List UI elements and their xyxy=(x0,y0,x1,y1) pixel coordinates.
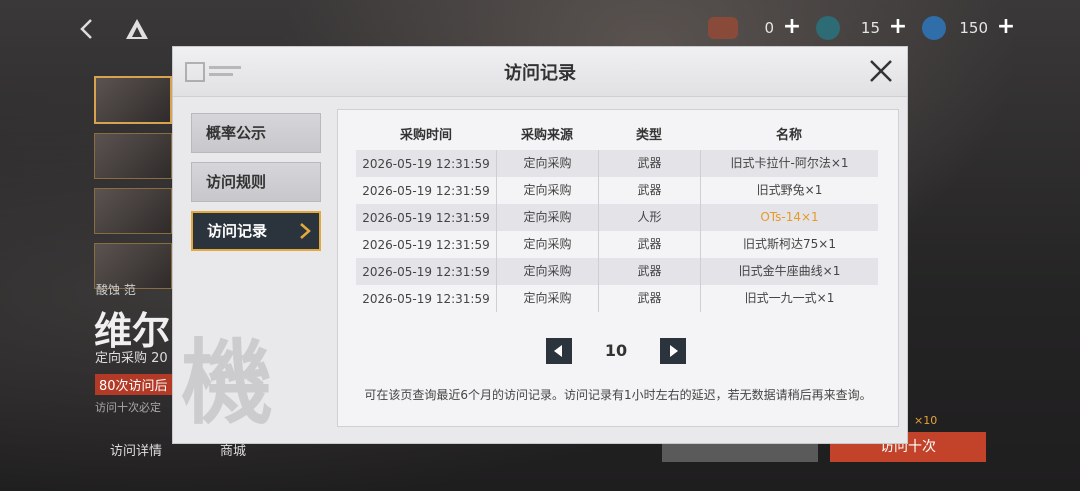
plus-icon[interactable]: + xyxy=(888,16,908,38)
home-icon[interactable] xyxy=(124,17,150,41)
cell-name: OTs-14×1 xyxy=(700,204,878,231)
resource-coin: 150 + xyxy=(922,14,1016,42)
column-header: 名称 xyxy=(775,127,802,143)
cell-type: 武器 xyxy=(598,258,700,285)
watermark: 機 xyxy=(181,330,274,437)
character-card[interactable] xyxy=(94,188,172,234)
modal-title: 访问记录 xyxy=(504,63,576,84)
cell-type: 人形 xyxy=(598,204,700,231)
prev-page-button[interactable] xyxy=(546,338,572,364)
ticket-icon xyxy=(708,17,738,39)
character-card[interactable] xyxy=(94,76,172,124)
table-row: 2026-05-19 12:31:59 定向采购 武器 旧式野兔×1 xyxy=(356,177,878,204)
caret-left-icon xyxy=(554,345,562,357)
cell-type: 武器 xyxy=(598,150,700,177)
cell-source: 定向采购 xyxy=(496,177,598,204)
chevron-right-icon xyxy=(300,223,311,239)
cell-time: 2026-05-19 12:31:59 xyxy=(362,210,490,225)
visit-details-link[interactable]: 访问详情 xyxy=(110,440,162,459)
crystal-icon xyxy=(816,16,840,40)
cell-time: 2026-05-19 12:31:59 xyxy=(362,291,490,306)
modal-header: 访问记录 xyxy=(173,47,907,97)
cell-time: 2026-05-19 12:31:59 xyxy=(362,183,490,198)
back-icon[interactable] xyxy=(76,16,98,42)
caret-right-icon xyxy=(670,345,678,357)
cell-name: 旧式金牛座曲线×1 xyxy=(700,258,878,285)
pity-badge: 80次访问后 xyxy=(95,374,172,395)
plus-icon[interactable]: + xyxy=(782,16,802,38)
modal-tabs: 概率公示 访问规则 访问记录 xyxy=(191,113,323,260)
cell-time: 2026-05-19 12:31:59 xyxy=(362,237,490,252)
cell-name: 旧式卡拉什-阿尔法×1 xyxy=(700,150,878,177)
cell-source: 定向采购 xyxy=(496,258,598,285)
next-page-button[interactable] xyxy=(660,338,686,364)
cell-source: 定向采购 xyxy=(496,150,598,177)
pagination: 10 xyxy=(546,338,686,364)
cell-type: 武器 xyxy=(598,285,700,312)
cell-time: 2026-05-19 12:31:59 xyxy=(362,264,490,279)
table-row: 2026-05-19 12:31:59 定向采购 武器 旧式一九一式×1 xyxy=(356,285,878,312)
cell-name: 旧式一九一式×1 xyxy=(700,285,878,312)
records-footnote: 可在该页查询最近6个月的访问记录。访问记录有1小时左右的延迟，若无数据请稍后再来… xyxy=(364,388,872,402)
tab-label: 访问规则 xyxy=(206,173,267,191)
column-header: 采购时间 xyxy=(399,127,452,143)
table-row: 2026-05-19 12:31:59 定向采购 武器 旧式斯柯达75×1 xyxy=(356,231,878,258)
table-row: 2026-05-19 12:31:59 定向采购 武器 旧式卡拉什-阿尔法×1 xyxy=(356,150,878,177)
records-modal: 访问记录 概率公示 访问规则 访问记录 機 采购时间 采购来源 类型 名称 20… xyxy=(172,46,908,444)
banner-note: 访问十次必定 xyxy=(95,401,161,414)
character-list xyxy=(94,76,174,298)
coin-icon xyxy=(922,16,946,40)
character-card[interactable] xyxy=(94,133,172,179)
cell-source: 定向采购 xyxy=(496,204,598,231)
close-icon[interactable] xyxy=(867,57,895,85)
resource-value: 0 xyxy=(764,19,774,37)
cell-time: 2026-05-19 12:31:59 xyxy=(362,156,490,171)
resource-crystal: 15 + xyxy=(816,14,908,42)
cell-name: 旧式野兔×1 xyxy=(700,177,878,204)
tab-label: 访问记录 xyxy=(207,222,268,240)
element-tag: 酸蚀 范 xyxy=(96,283,136,297)
cell-name: 旧式斯柯达75×1 xyxy=(700,231,878,258)
column-header: 类型 xyxy=(635,127,662,143)
tab-records[interactable]: 访问记录 xyxy=(191,211,321,251)
ten-tag: ×10 xyxy=(914,414,938,427)
resource-value: 150 xyxy=(959,19,988,37)
resource-value: 15 xyxy=(860,19,880,37)
plus-icon[interactable]: + xyxy=(996,16,1016,38)
records-panel: 采购时间 采购来源 类型 名称 2026-05-19 12:31:59 定向采购… xyxy=(337,109,899,427)
records-table: 采购时间 采购来源 类型 名称 2026-05-19 12:31:59 定向采购… xyxy=(356,116,878,312)
table-header: 采购时间 采购来源 类型 名称 xyxy=(356,116,878,150)
tab-label: 概率公示 xyxy=(206,124,267,142)
table-row: 2026-05-19 12:31:59 定向采购 人形 OTs-14×1 xyxy=(356,204,878,231)
cell-source: 定向采购 xyxy=(496,285,598,312)
resource-ticket: 0 + xyxy=(708,14,802,42)
column-header: 采购来源 xyxy=(520,127,573,143)
page-number: 10 xyxy=(604,341,628,360)
tab-probability[interactable]: 概率公示 xyxy=(191,113,321,153)
tab-rules[interactable]: 访问规则 xyxy=(191,162,321,202)
cell-type: 武器 xyxy=(598,231,700,258)
cell-type: 武器 xyxy=(598,177,700,204)
table-row: 2026-05-19 12:31:59 定向采购 武器 旧式金牛座曲线×1 xyxy=(356,258,878,285)
banner-sub: 定向采购 20 xyxy=(95,351,168,366)
cell-source: 定向采购 xyxy=(496,231,598,258)
